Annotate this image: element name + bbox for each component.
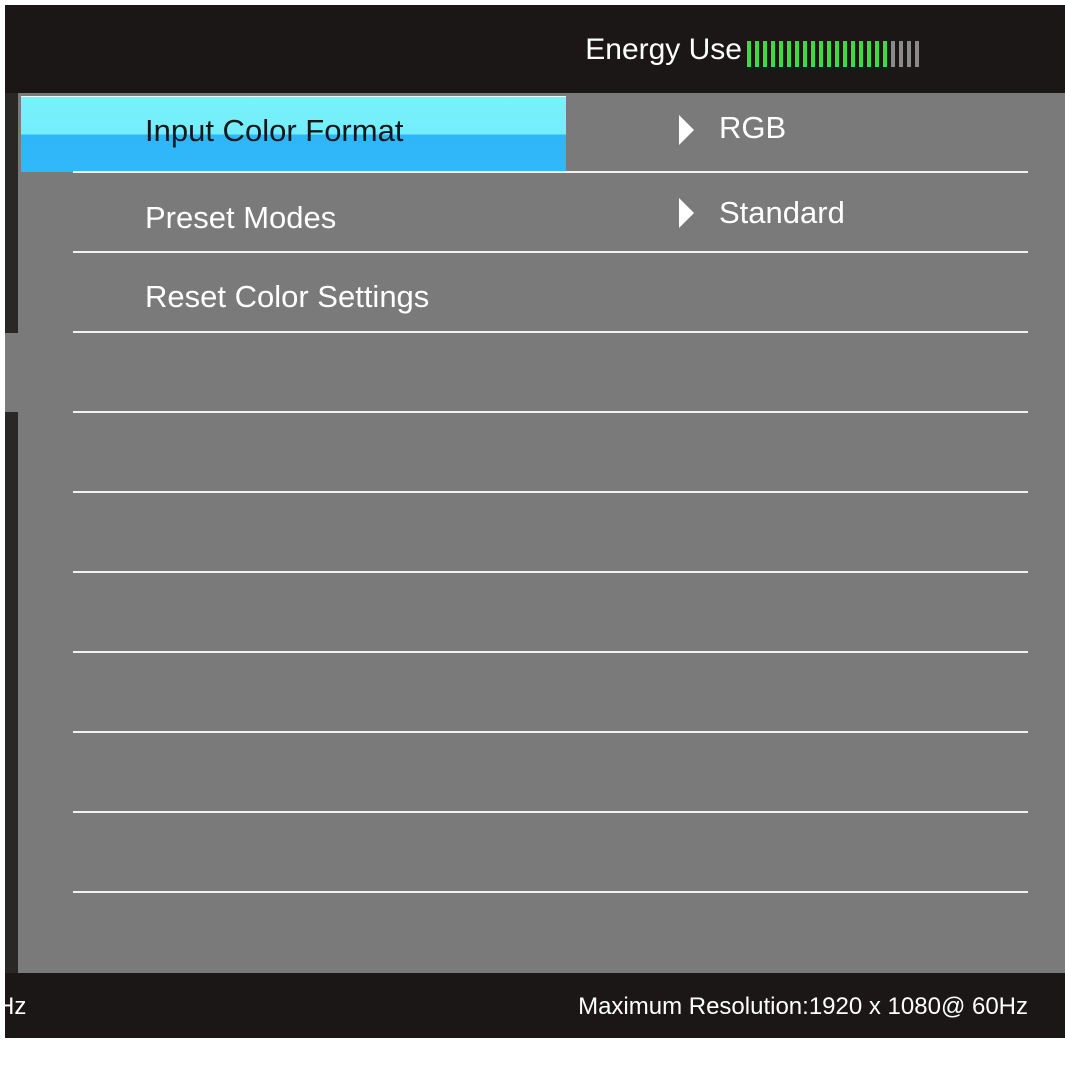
max-resolution-text: Maximum Resolution:1920 x 1080@ 60Hz <box>578 993 1028 1020</box>
menu-item-value: RGB <box>719 110 787 145</box>
row-divider <box>73 891 1028 893</box>
menu-item-preset-modes[interactable]: Preset Modes Standard <box>18 173 1065 253</box>
menu-item-label: Reset Color Settings <box>145 279 430 314</box>
energy-segment-active <box>787 41 791 67</box>
energy-segment-active <box>851 41 855 67</box>
energy-segment-active <box>819 41 823 67</box>
energy-segment-active <box>747 41 751 67</box>
menu-item-empty <box>18 653 1065 733</box>
energy-segment-active <box>827 41 831 67</box>
energy-segment-active <box>867 41 871 67</box>
energy-segment-active <box>779 41 783 67</box>
menu-item-label: Preset Modes <box>145 200 337 235</box>
energy-segment-inactive <box>899 41 903 67</box>
energy-segment-active <box>795 41 799 67</box>
energy-segment-active <box>875 41 879 67</box>
energy-segment-active <box>835 41 839 67</box>
footer-left-text: Hz <box>0 993 27 1020</box>
energy-segment-active <box>771 41 775 67</box>
footer-bar: Hz Maximum Resolution:1920 x 1080@ 60Hz <box>0 973 1065 1038</box>
energy-segment-inactive <box>915 41 919 67</box>
header-bar: Energy Use <box>5 5 1065 93</box>
menu-item-empty <box>18 413 1065 493</box>
menu-panel: Input Color Format RGB Preset Modes Stan… <box>18 93 1065 973</box>
menu-item-empty <box>18 333 1065 413</box>
energy-segment-active <box>883 41 887 67</box>
energy-segment-active <box>811 41 815 67</box>
submenu-arrow-icon <box>679 198 694 228</box>
left-side-tab <box>5 333 18 412</box>
energy-segment-active <box>755 41 759 67</box>
energy-segment-active <box>803 41 807 67</box>
menu-item-empty <box>18 733 1065 813</box>
energy-segment-inactive <box>907 41 911 67</box>
submenu-arrow-icon <box>679 115 694 145</box>
menu-item-label: Input Color Format <box>145 113 404 148</box>
energy-use-label: Energy Use <box>585 33 742 66</box>
energy-use-meter <box>747 41 919 67</box>
left-side-strip <box>5 93 18 973</box>
monitor-osd: Energy Use Input Color Format RGB Preset… <box>0 5 1065 1038</box>
menu-item-value: Standard <box>719 195 845 230</box>
energy-segment-active <box>859 41 863 67</box>
energy-segment-active <box>763 41 767 67</box>
menu-item-empty <box>18 493 1065 573</box>
menu-item-reset-color-settings[interactable]: Reset Color Settings <box>18 253 1065 333</box>
menu-item-empty <box>18 813 1065 893</box>
menu-item-input-color-format[interactable]: Input Color Format RGB <box>18 93 1065 173</box>
energy-segment-inactive <box>891 41 895 67</box>
energy-segment-active <box>843 41 847 67</box>
menu-item-empty <box>18 573 1065 653</box>
